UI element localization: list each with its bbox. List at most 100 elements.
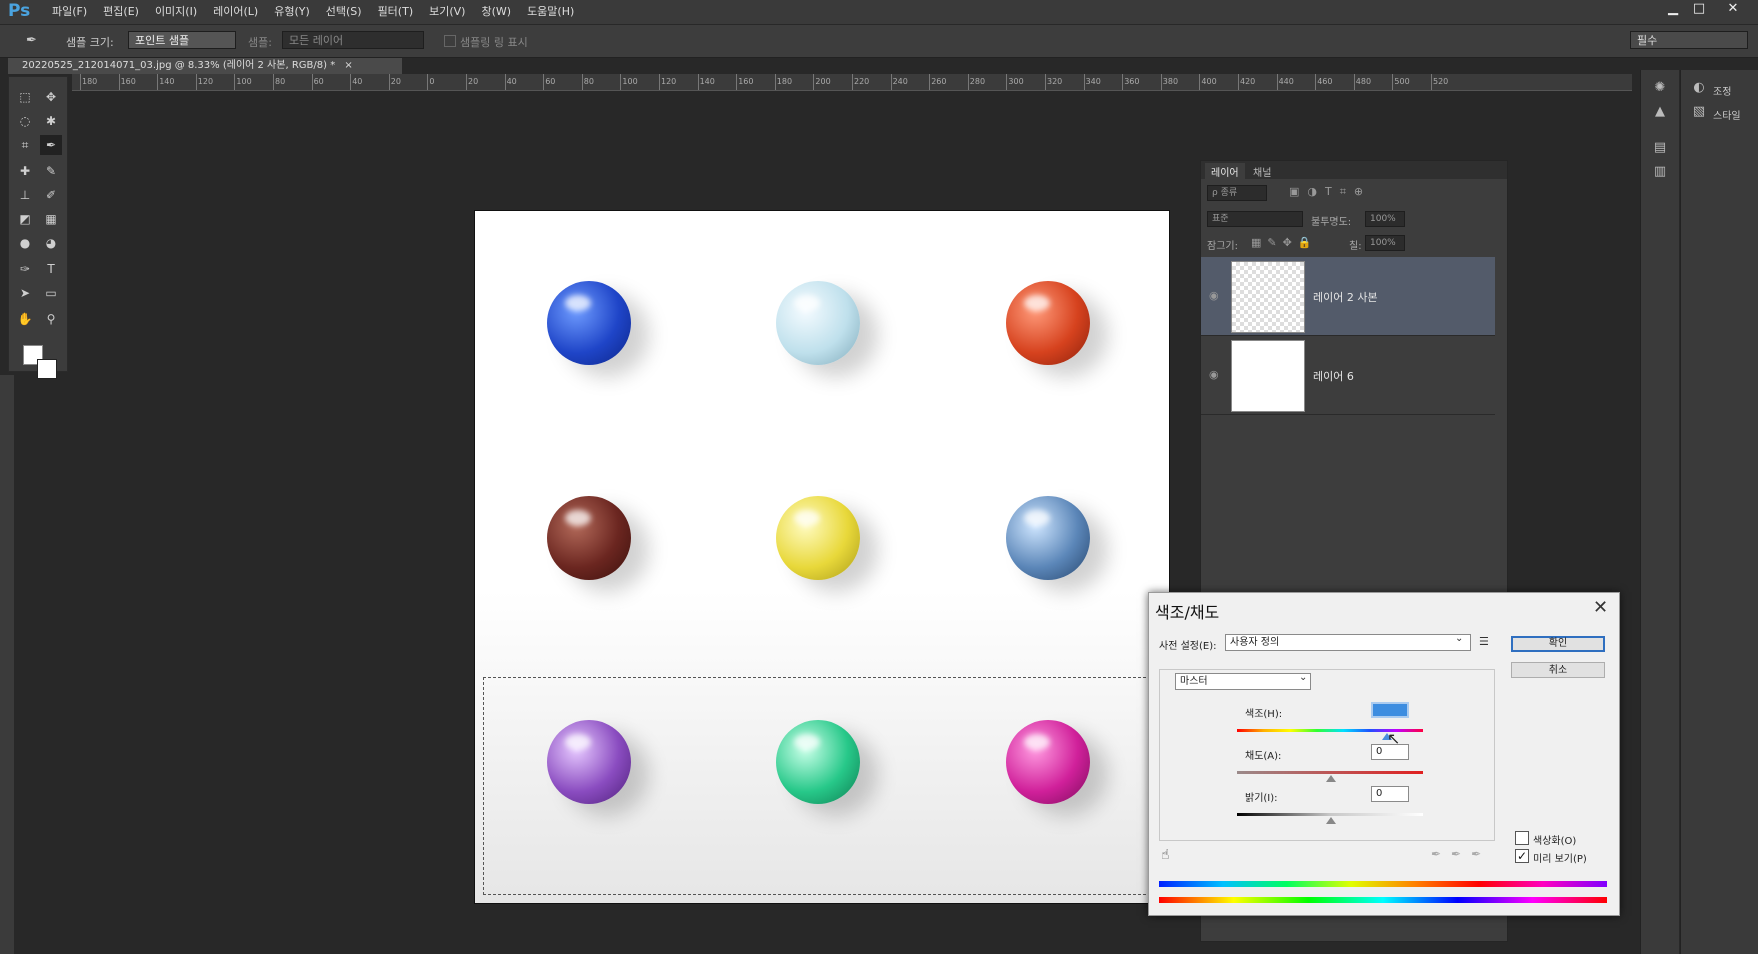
- layer-thumbnail: [1231, 261, 1305, 333]
- ruler-tick-label: 200: [815, 77, 831, 86]
- lock-icons[interactable]: ▦✎✥🔒: [1251, 236, 1318, 249]
- layer-row-copy[interactable]: ◉ 레이어 2 사본: [1201, 257, 1495, 336]
- minimize-icon[interactable]: ▁: [1660, 0, 1686, 20]
- source-color-bar: [1159, 881, 1607, 887]
- visibility-eye-icon[interactable]: ◉: [1209, 368, 1219, 381]
- blur-tool-icon[interactable]: ●: [14, 233, 36, 253]
- blend-mode-select[interactable]: 표준: [1207, 211, 1303, 227]
- background-color-swatch[interactable]: [37, 359, 57, 379]
- move-tool-icon[interactable]: ✥: [40, 87, 62, 107]
- selection-marquee: [483, 677, 1161, 895]
- properties-panel-icon[interactable]: ▥: [1650, 164, 1670, 182]
- workspace-select[interactable]: 필수: [1630, 31, 1748, 49]
- history-panel-icon[interactable]: ▤: [1650, 140, 1670, 158]
- chevron-down-icon[interactable]: ⌄: [1455, 633, 1463, 644]
- layers-panel-tabs: 레이어 채널: [1201, 161, 1507, 180]
- marquee-tool-icon[interactable]: ⬚: [14, 87, 36, 107]
- eyedropper-icon[interactable]: ✒: [40, 135, 62, 155]
- menu-layer[interactable]: 레이어(L): [205, 0, 266, 24]
- preset-select[interactable]: 사용자 정의: [1225, 634, 1471, 651]
- crop-tool-icon[interactable]: ⌗: [14, 135, 36, 155]
- styles-label[interactable]: 스타일: [1713, 107, 1741, 122]
- opacity-input[interactable]: 100%: [1365, 211, 1405, 227]
- histogram-icon[interactable]: ▲: [1650, 104, 1670, 122]
- path-select-icon[interactable]: ➤: [14, 283, 36, 303]
- sample-size-select[interactable]: 포인트 샘플: [128, 31, 236, 49]
- layer-name[interactable]: 레이어 2 사본: [1313, 289, 1378, 305]
- menu-image[interactable]: 이미지(I): [147, 0, 205, 24]
- cancel-button[interactable]: 취소: [1511, 662, 1605, 678]
- tab-layers[interactable]: 레이어: [1205, 163, 1245, 180]
- ruler-tick-label: 180: [82, 77, 98, 86]
- eyedropper-icons: ✒✒✒: [1431, 847, 1492, 861]
- menu-filter[interactable]: 필터(T): [370, 0, 422, 24]
- ruler-tick-label: 80: [275, 77, 286, 86]
- close-window-icon[interactable]: ✕: [1720, 0, 1746, 20]
- marble-yellow: [776, 496, 860, 580]
- eraser-tool-icon[interactable]: ◩: [14, 209, 36, 229]
- stamp-tool-icon[interactable]: ⊥: [14, 185, 36, 205]
- ruler-tick-line: [1238, 74, 1239, 90]
- ruler-tick-line: [813, 74, 815, 90]
- healing-brush-icon[interactable]: ✚: [14, 161, 36, 181]
- saturation-slider-thumb[interactable]: [1326, 775, 1336, 782]
- layer-filter-icons[interactable]: ▣◑T⌗⊕: [1289, 185, 1371, 199]
- lightness-input[interactable]: 0: [1371, 786, 1409, 802]
- document-close-icon[interactable]: ×: [344, 60, 352, 71]
- lightness-slider-thumb[interactable]: [1326, 817, 1336, 824]
- lasso-tool-icon[interactable]: ◌: [14, 111, 36, 131]
- type-tool-icon[interactable]: T: [40, 259, 62, 279]
- fill-label: 칠:: [1349, 241, 1362, 252]
- layer-filter-select[interactable]: ρ 종류: [1207, 185, 1267, 201]
- layer-row-6[interactable]: ◉ 레이어 6: [1201, 336, 1495, 415]
- brightness-icon[interactable]: ✺: [1650, 80, 1670, 98]
- preview-checkbox[interactable]: ✓: [1515, 849, 1529, 863]
- eyedropper-tool-icon[interactable]: ✒: [26, 33, 37, 48]
- fill-input[interactable]: 100%: [1365, 235, 1405, 251]
- menu-view[interactable]: 보기(V): [421, 0, 473, 24]
- menu-help[interactable]: 도움말(H): [519, 0, 582, 24]
- saturation-input[interactable]: 0: [1371, 744, 1409, 760]
- dodge-tool-icon[interactable]: ◕: [40, 233, 62, 253]
- menu-window[interactable]: 창(W): [473, 0, 519, 24]
- zoom-tool-icon[interactable]: ⚲: [40, 309, 62, 329]
- visibility-eye-icon[interactable]: ◉: [1209, 289, 1219, 302]
- tab-channels[interactable]: 채널: [1247, 163, 1277, 180]
- options-bar: ✒ 샘플 크기: 포인트 샘플 샘플: 모든 레이어 샘플링 링 표시 필수: [0, 25, 1758, 58]
- history-brush-icon[interactable]: ✐: [40, 185, 62, 205]
- gradient-tool-icon[interactable]: ▦: [40, 209, 62, 229]
- shape-tool-icon[interactable]: ▭: [40, 283, 62, 303]
- close-icon[interactable]: ✕: [1593, 597, 1608, 618]
- colorize-checkbox[interactable]: [1515, 831, 1529, 845]
- show-ring-checkbox[interactable]: [444, 35, 456, 47]
- chevron-down-icon[interactable]: ⌄: [1299, 672, 1307, 683]
- menu-edit[interactable]: 편집(E): [95, 0, 147, 24]
- menu-file[interactable]: 파일(F): [44, 0, 95, 24]
- targeted-adjustment-hand-icon[interactable]: ☝: [1161, 847, 1170, 863]
- ruler-tick-label: 20: [390, 77, 401, 86]
- ok-button[interactable]: 확인: [1511, 636, 1605, 652]
- adjustments-label[interactable]: 조정: [1713, 83, 1731, 98]
- ruler-tick-label: 180: [776, 77, 793, 86]
- ruler-tick-label: 280: [969, 77, 986, 86]
- pen-tool-icon[interactable]: ✑: [14, 259, 36, 279]
- adjustments-icon[interactable]: ◐: [1689, 80, 1709, 98]
- lock-label: 잠그기:: [1207, 241, 1238, 252]
- hand-tool-icon[interactable]: ✋: [14, 309, 36, 329]
- maximize-icon[interactable]: □: [1686, 0, 1712, 20]
- brush-tool-icon[interactable]: ✎: [40, 161, 62, 181]
- lightness-slider-track[interactable]: [1237, 813, 1423, 816]
- layer-name[interactable]: 레이어 6: [1313, 368, 1354, 384]
- magic-wand-tool-icon[interactable]: ✱: [40, 111, 62, 131]
- saturation-label: 채도(A):: [1245, 751, 1282, 762]
- document-tab[interactable]: 20220525_212014071_03.jpg @ 8.33% (레이어 2…: [8, 58, 402, 74]
- saturation-slider-track[interactable]: [1237, 771, 1423, 774]
- channel-select[interactable]: 마스터: [1175, 673, 1311, 690]
- styles-icon[interactable]: ▧: [1689, 104, 1709, 122]
- document-canvas[interactable]: [475, 211, 1169, 903]
- sample-select[interactable]: 모든 레이어: [282, 31, 424, 49]
- hue-input[interactable]: [1371, 702, 1409, 718]
- preset-options-icon[interactable]: ☰: [1479, 635, 1489, 648]
- menu-type[interactable]: 유형(Y): [266, 0, 318, 24]
- menu-select[interactable]: 선택(S): [318, 0, 370, 24]
